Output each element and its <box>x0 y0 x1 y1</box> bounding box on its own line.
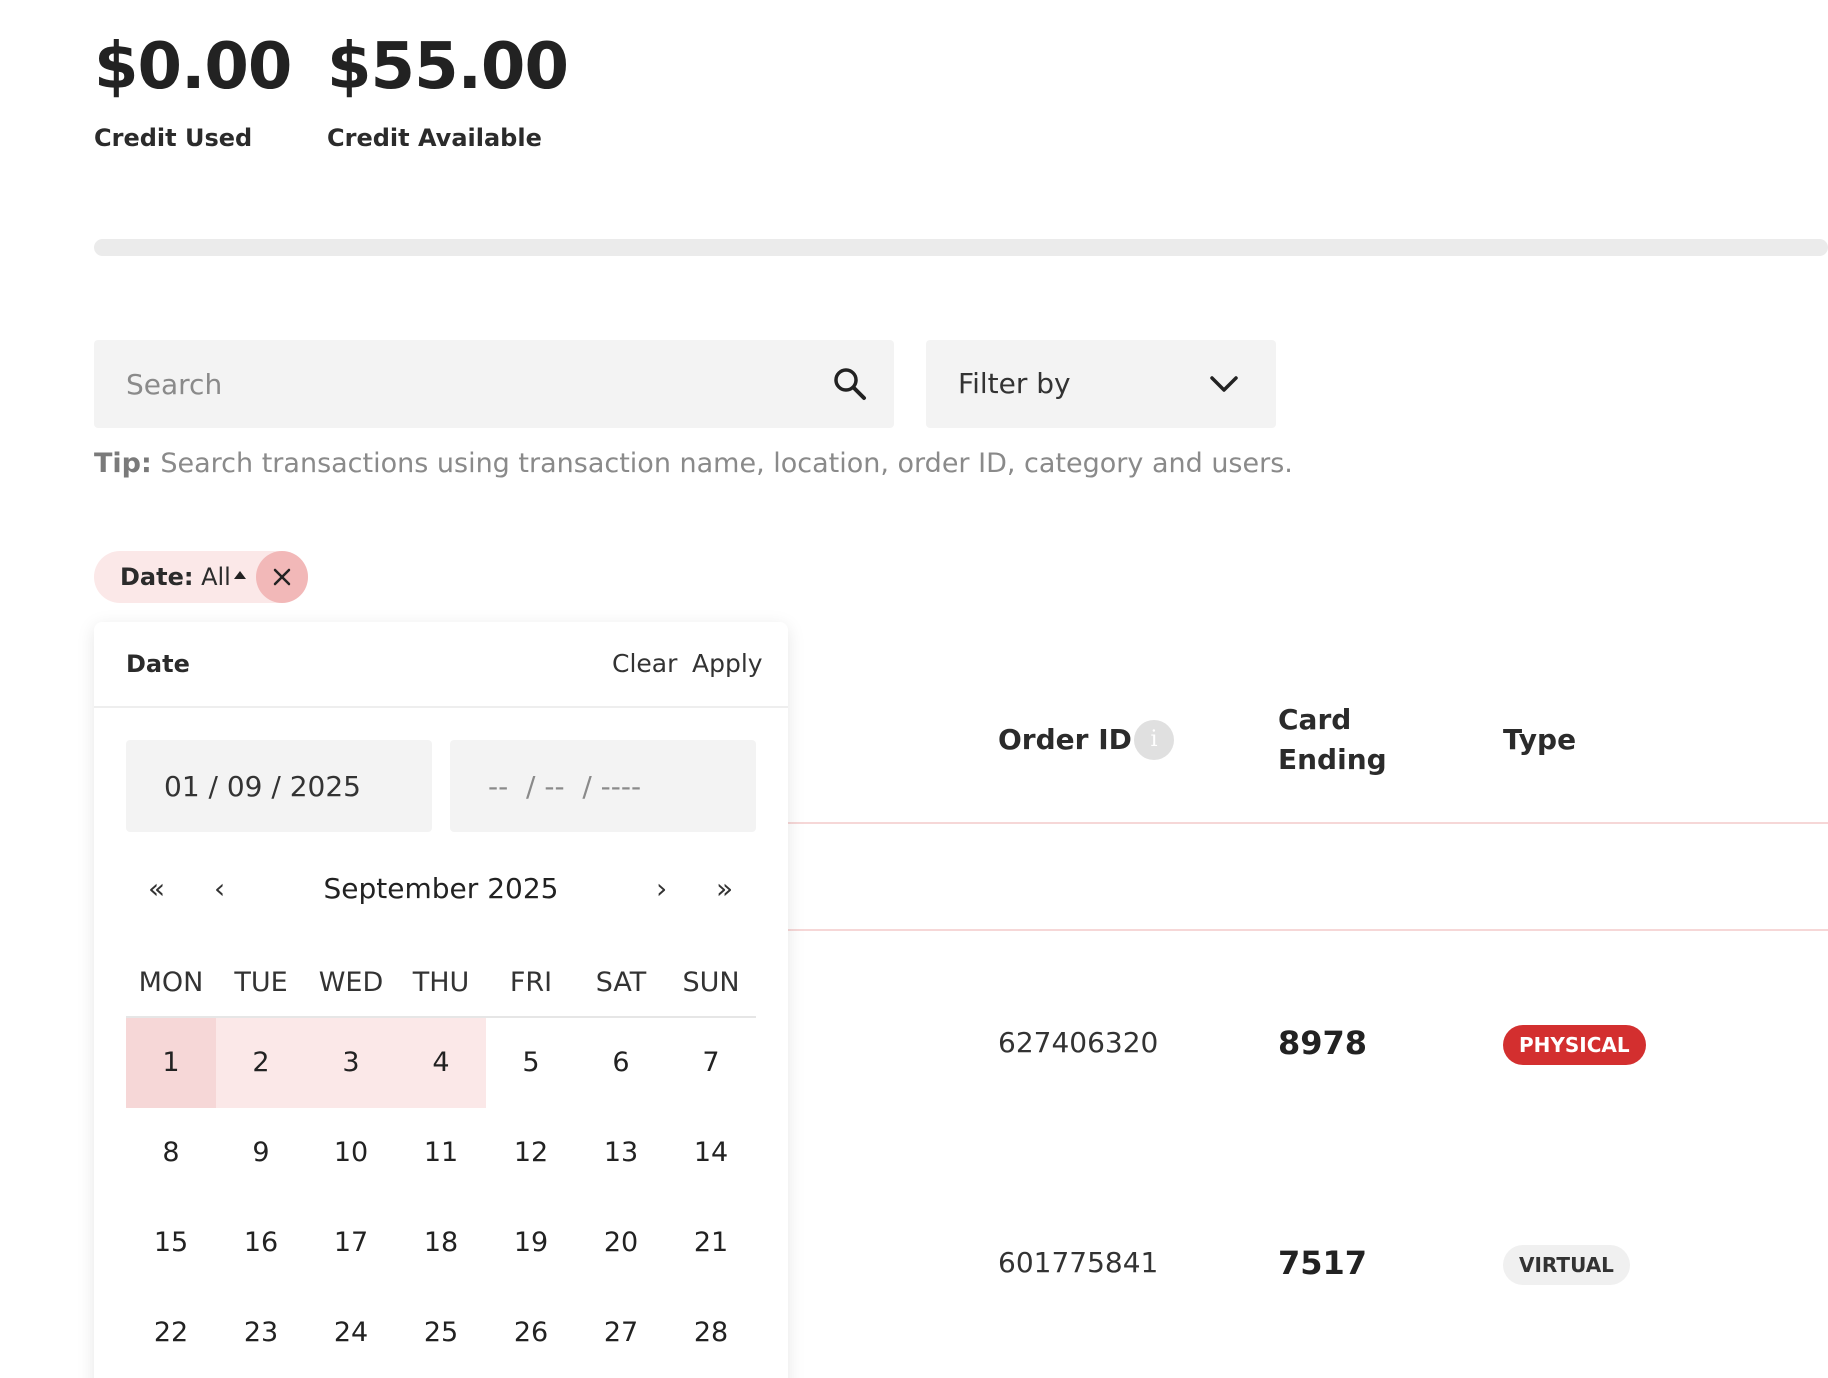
calendar-day-8[interactable]: 8 <box>126 1108 216 1198</box>
search-input[interactable] <box>94 340 814 428</box>
credit-usage-bar <box>94 239 1828 256</box>
type-badge-physical: PHYSICAL <box>1503 1025 1646 1065</box>
next-month-button[interactable]: › <box>656 872 667 905</box>
calendar-day-10[interactable]: 10 <box>306 1108 396 1198</box>
weekday-thu: THU <box>412 967 470 998</box>
date-filter-chip-label: Date: All <box>120 563 231 591</box>
calendar-day-15[interactable]: 15 <box>126 1198 216 1288</box>
date-apply-button[interactable]: Apply <box>692 649 763 678</box>
search-box[interactable] <box>94 340 894 428</box>
tip-prefix: Tip: <box>94 448 152 479</box>
info-icon[interactable]: i <box>1134 720 1174 760</box>
calendar-day-19[interactable]: 19 <box>486 1198 576 1288</box>
column-header-card-line2[interactable]: Ending <box>1278 740 1387 780</box>
date-picker-title: Date <box>126 650 190 678</box>
calendar-day-6[interactable]: 6 <box>576 1018 666 1108</box>
credit-used-amount: $0.00 <box>94 30 292 104</box>
weekday-tue: TUE <box>234 967 288 998</box>
prev-year-button[interactable]: « <box>148 872 165 905</box>
calendar-day-5[interactable]: 5 <box>486 1018 576 1108</box>
calendar-day-24[interactable]: 24 <box>306 1288 396 1378</box>
calendar-day-2[interactable]: 2 <box>216 1018 306 1108</box>
weekday-sat: SAT <box>595 967 647 998</box>
weekday-sun: SUN <box>682 967 740 998</box>
search-icon[interactable] <box>832 366 868 402</box>
date-picker-popover: Date Clear Apply 01 / 09 / 2025 -- / -- … <box>94 622 788 1378</box>
type-badge-virtual: VIRTUAL <box>1503 1245 1630 1285</box>
end-date-value: -- / -- / ---- <box>488 770 642 803</box>
calendar-day-23[interactable]: 23 <box>216 1288 306 1378</box>
table-row-order-id: 601775841 <box>998 1246 1159 1279</box>
calendar-day-26[interactable]: 26 <box>486 1288 576 1378</box>
chip-key: Date: <box>120 563 194 591</box>
filter-label: Filter by <box>958 367 1071 400</box>
calendar-month-label: September 2025 <box>323 872 559 905</box>
calendar-day-11[interactable]: 11 <box>396 1108 486 1198</box>
column-header-type[interactable]: Type <box>1503 720 1576 760</box>
search-tip: Tip: Search transactions using transacti… <box>94 448 1293 479</box>
calendar-day-4[interactable]: 4 <box>396 1018 486 1108</box>
credit-used-label: Credit Used <box>94 124 253 152</box>
date-picker-divider <box>94 706 788 708</box>
calendar-day-12[interactable]: 12 <box>486 1108 576 1198</box>
row-divider <box>780 929 1828 931</box>
calendar-day-27[interactable]: 27 <box>576 1288 666 1378</box>
calendar-day-21[interactable]: 21 <box>666 1198 756 1288</box>
end-date-input[interactable]: -- / -- / ---- <box>450 740 756 832</box>
calendar-day-14[interactable]: 14 <box>666 1108 756 1198</box>
calendar-day-17[interactable]: 17 <box>306 1198 396 1288</box>
column-header-order-id[interactable]: Order ID <box>998 720 1132 760</box>
calendar-day-22[interactable]: 22 <box>126 1288 216 1378</box>
credit-available-amount: $55.00 <box>327 30 569 104</box>
start-date-value: 01 / 09 / 2025 <box>164 770 361 803</box>
chip-clear-button[interactable] <box>256 551 308 603</box>
table-row-card-ending: 7517 <box>1278 1244 1368 1282</box>
weekday-fri: FRI <box>509 967 553 998</box>
prev-month-button[interactable]: ‹ <box>214 872 225 905</box>
weekday-mon: MON <box>138 967 204 998</box>
calendar-day-18[interactable]: 18 <box>396 1198 486 1288</box>
chevron-down-icon <box>1210 376 1238 392</box>
caret-up-icon[interactable] <box>233 570 247 580</box>
date-clear-button[interactable]: Clear <box>612 649 677 678</box>
table-row-card-ending: 8978 <box>1278 1024 1368 1062</box>
start-date-input[interactable]: 01 / 09 / 2025 <box>126 740 432 832</box>
close-icon <box>273 568 291 586</box>
calendar-day-16[interactable]: 16 <box>216 1198 306 1288</box>
calendar-day-13[interactable]: 13 <box>576 1108 666 1198</box>
weekday-wed: WED <box>318 967 384 998</box>
calendar-day-9[interactable]: 9 <box>216 1108 306 1198</box>
column-header-card-line1[interactable]: Card <box>1278 700 1351 740</box>
tip-text: Search transactions using transaction na… <box>151 448 1293 479</box>
calendar-day-20[interactable]: 20 <box>576 1198 666 1288</box>
credit-available-label: Credit Available <box>327 124 542 152</box>
filter-dropdown[interactable]: Filter by <box>926 340 1276 428</box>
calendar-day-25[interactable]: 25 <box>396 1288 486 1378</box>
calendar-day-7[interactable]: 7 <box>666 1018 756 1108</box>
calendar-day-3[interactable]: 3 <box>306 1018 396 1108</box>
table-row-order-id: 627406320 <box>998 1026 1159 1059</box>
calendar-day-1[interactable]: 1 <box>126 1018 216 1108</box>
calendar-day-28[interactable]: 28 <box>666 1288 756 1378</box>
header-divider <box>780 822 1828 824</box>
next-year-button[interactable]: » <box>716 872 733 905</box>
chip-value: All <box>193 563 231 591</box>
